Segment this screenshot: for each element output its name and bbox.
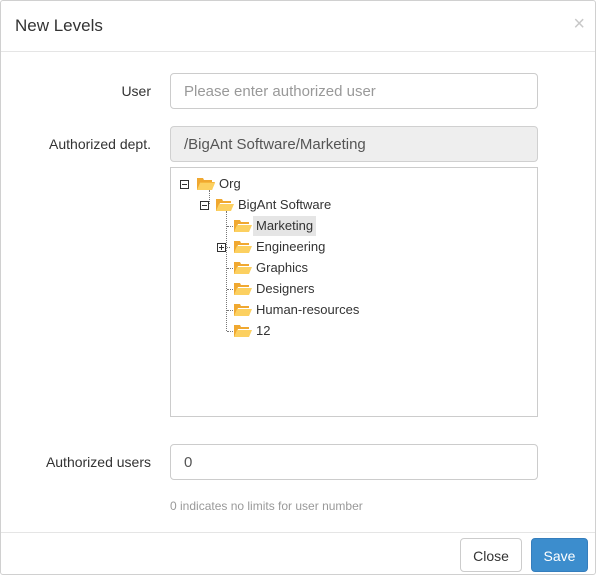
dialog-header: New Levels × bbox=[1, 1, 595, 52]
tree-node-label: Marketing bbox=[253, 216, 317, 236]
tree-node-label: Human-resources bbox=[256, 302, 360, 317]
user-input[interactable] bbox=[170, 73, 538, 109]
tree-node-label: 12 bbox=[256, 323, 271, 338]
collapse-icon[interactable] bbox=[200, 201, 209, 210]
close-button[interactable]: Close bbox=[460, 538, 522, 572]
tree-node-label: Graphics bbox=[256, 260, 309, 275]
dialog-title: New Levels bbox=[15, 16, 103, 35]
folder-open-icon bbox=[234, 325, 252, 337]
folder-open-icon bbox=[234, 304, 252, 316]
tree-connector bbox=[209, 190, 210, 204]
folder-open-icon bbox=[234, 262, 252, 274]
user-label: User bbox=[121, 83, 151, 99]
authorized-users-input[interactable] bbox=[170, 444, 538, 480]
footer-divider bbox=[1, 532, 595, 533]
close-icon[interactable]: × bbox=[573, 13, 585, 35]
authorized-users-hint: 0 indicates no limits for user number bbox=[170, 499, 363, 513]
authorized-users-label: Authorized users bbox=[45, 454, 151, 470]
department-tree[interactable]: Org BigAnt Software Marketing Engineerin… bbox=[170, 167, 538, 417]
folder-open-icon bbox=[216, 199, 234, 211]
save-button[interactable]: Save bbox=[531, 538, 588, 572]
tree-node-label: Org bbox=[219, 176, 241, 191]
tree-node-label: Engineering bbox=[256, 239, 326, 254]
folder-open-icon bbox=[234, 220, 252, 232]
tree-node-label: Designers bbox=[256, 281, 315, 296]
folder-open-icon bbox=[234, 283, 252, 295]
tree-connector bbox=[226, 211, 227, 331]
folder-open-icon bbox=[197, 178, 215, 190]
tree-node-label: BigAnt Software bbox=[238, 197, 332, 212]
new-levels-dialog: New Levels × User Authorized dept. Org B… bbox=[0, 0, 596, 575]
collapse-icon[interactable] bbox=[180, 180, 189, 189]
expand-icon[interactable] bbox=[217, 243, 226, 252]
authorized-dept-label: Authorized dept. bbox=[49, 136, 151, 152]
folder-open-icon bbox=[234, 241, 252, 253]
tree-connector bbox=[227, 247, 230, 248]
authorized-dept-field[interactable] bbox=[170, 126, 538, 162]
